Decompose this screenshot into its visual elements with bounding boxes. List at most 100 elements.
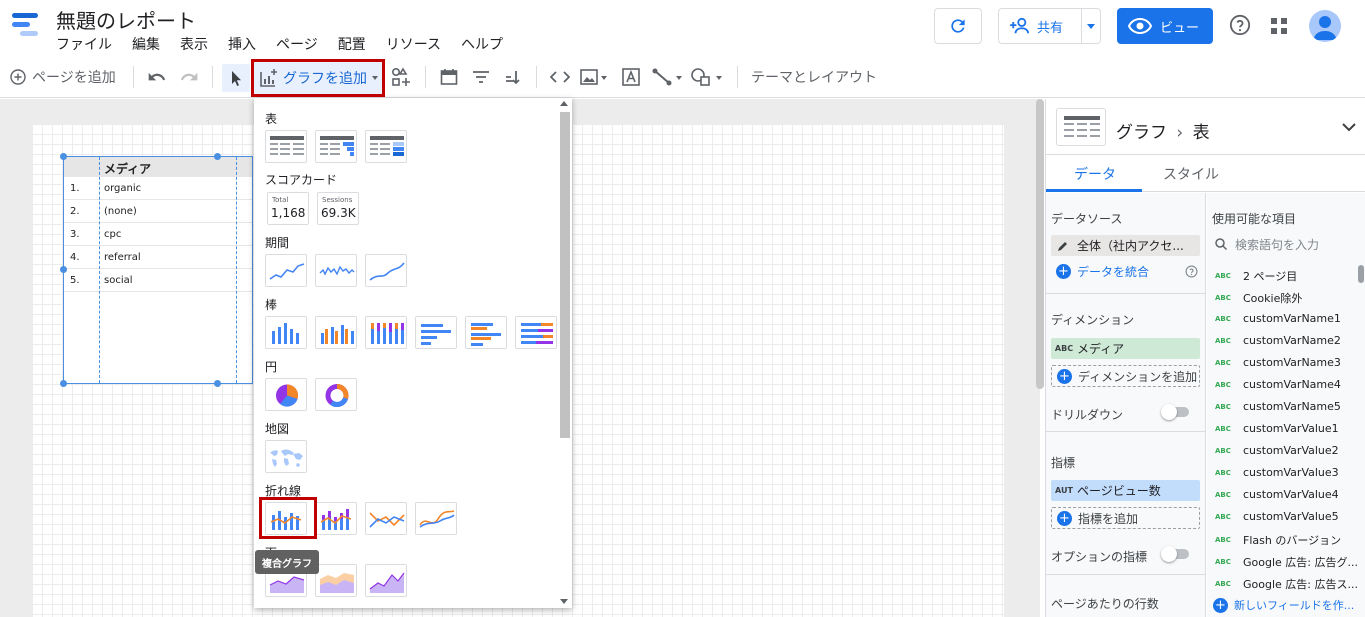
chart-option-table-bars[interactable] [315,130,357,163]
menu-scrollbar[interactable] [560,112,570,438]
menu-insert[interactable]: 挿入 [228,34,256,54]
looker-studio-logo-icon[interactable] [12,10,40,40]
field-item[interactable]: ABC Cookie除外 [1215,290,1302,306]
fields-scrollbar[interactable] [1358,265,1364,283]
resize-handle[interactable] [60,380,67,387]
resize-handle[interactable] [214,153,221,160]
create-field-link[interactable]: + 新しいフィールドを作... [1207,593,1365,617]
field-item[interactable]: ABC customVarValue3 [1215,466,1339,479]
field-item[interactable]: ABC customVarName2 [1215,334,1341,347]
table-header-media[interactable]: メディア [104,160,151,177]
add-metric-label: 指標を追加 [1078,511,1139,526]
field-item[interactable]: ABC Flash のバージョン [1215,532,1341,548]
chart-option-percent-area[interactable] [365,564,407,597]
chart-option-smoothed-timeseries[interactable] [365,254,407,287]
select-tool-button[interactable] [222,64,250,92]
chart-option-pie[interactable] [265,378,307,411]
resize-handle[interactable] [214,380,221,387]
field-item[interactable]: ABC customVarValue1 [1215,422,1339,435]
column-guide [236,157,237,383]
chart-option-stacked-combo[interactable] [315,502,357,535]
pencil-icon[interactable] [1051,239,1077,253]
canvas-scrollbar[interactable] [1036,99,1044,389]
scroll-down-icon[interactable] [560,599,568,604]
field-name: customVarValue3 [1243,466,1339,479]
chart-option-scorecard-compact[interactable]: Sessions 69.3K [317,192,359,225]
drilldown-toggle[interactable] [1161,404,1189,420]
menu-resources[interactable]: リソース [386,34,441,54]
tab-data[interactable]: データ [1074,164,1116,184]
chart-option-donut[interactable] [315,378,357,411]
chart-option-bar[interactable] [415,316,457,349]
field-item[interactable]: ABC customVarValue5 [1215,510,1339,523]
field-item[interactable]: ABC customVarName4 [1215,378,1341,391]
table-chart[interactable]: メディア 1. organic 2. (none) 3. cpc 4. referral… [63,156,253,384]
chart-option-stacked-column[interactable] [365,316,407,349]
chart-option-stacked-area[interactable] [315,564,357,597]
chart-option-smoothed-line[interactable] [415,502,457,535]
chart-option-timeseries[interactable] [265,254,307,287]
chart-option-table-heatmap[interactable] [365,130,407,163]
dimension-chip[interactable]: ABC メディア [1051,338,1200,359]
add-page-button[interactable]: ページを追加 [10,56,116,98]
refresh-button[interactable] [934,8,982,44]
field-item[interactable]: ABC customVarName1 [1215,312,1341,325]
optional-metrics-toggle[interactable] [1161,546,1189,562]
combo-chart-tooltip: 複合グラフ [255,550,319,574]
refresh-icon [951,19,965,33]
row-value: (none) [104,206,137,217]
data-source-chip[interactable]: 全体（社内アクセ... [1051,235,1200,256]
chart-option-stacked-bar[interactable] [515,316,557,349]
field-item[interactable]: ABC customVarName3 [1215,356,1341,369]
scorecard-value: 1,168 [271,206,306,220]
field-item[interactable]: ABC customVarName5 [1215,400,1341,413]
resize-handle[interactable] [60,266,67,273]
chart-option-geo-map[interactable] [265,440,307,473]
menu-edit[interactable]: 編集 [132,34,160,54]
apps-grid-icon[interactable] [1270,17,1288,35]
chart-option-column[interactable] [265,316,307,349]
chevron-down-icon[interactable] [1341,121,1357,133]
panel-title: グラフ › 表 [1116,118,1210,143]
add-person-icon [1010,17,1029,34]
field-search-box[interactable]: 検索語句を入力 [1213,233,1361,255]
chart-option-grouped-column[interactable] [315,316,357,349]
share-button[interactable]: 共有 [998,8,1101,44]
resize-handle[interactable] [60,153,67,160]
field-item[interactable]: ABC 2 ページ目 [1215,268,1297,284]
undo-button[interactable] [147,56,167,98]
menu-arrange[interactable]: 配置 [338,34,366,54]
help-icon[interactable] [1229,14,1251,36]
chart-option-grouped-bar[interactable] [465,316,507,349]
field-type-tag: ABC [1215,358,1231,367]
table-row: 5. social [64,269,252,292]
add-dimension-button[interactable]: + ディメンションを追加 [1051,365,1200,387]
chart-option-sparkline[interactable] [315,254,357,287]
menu-page[interactable]: ページ [276,34,318,54]
menu-file[interactable]: ファイル [56,34,112,54]
metric-chip[interactable]: AUT ページビュー数 [1051,480,1200,501]
menu-view[interactable]: 表示 [180,34,208,54]
report-title[interactable]: 無題のレポート [56,5,196,34]
field-item[interactable]: ABC customVarValue2 [1215,444,1339,457]
field-item[interactable]: ABC customVarValue4 [1215,488,1339,501]
tab-style[interactable]: スタイル [1163,164,1219,184]
menu-help[interactable]: ヘルプ [461,34,503,54]
user-avatar[interactable] [1309,10,1341,42]
help-icon[interactable] [1185,265,1198,278]
blend-data-link[interactable]: + データを統合 [1051,263,1149,280]
field-item[interactable]: ABC Google 広告: 広告ス... [1215,576,1358,592]
redo-button[interactable] [179,56,199,98]
view-button[interactable]: ビュー [1117,8,1213,44]
add-chart-button[interactable]: グラフを追加 [251,59,385,97]
field-item[interactable]: ABC Google 広告: 広告グ... [1215,554,1358,570]
row-number: 2. [70,206,80,217]
scroll-up-icon[interactable] [560,101,568,106]
chart-option-scorecard[interactable]: Total 1,168 [267,192,309,225]
add-metric-button[interactable]: + 指標を追加 [1051,507,1200,529]
donut-chart-icon [325,383,349,407]
chart-option-line[interactable] [365,502,407,535]
chart-option-table[interactable] [265,130,307,163]
share-dropdown-icon[interactable] [1087,24,1095,29]
column-guide [99,157,100,383]
